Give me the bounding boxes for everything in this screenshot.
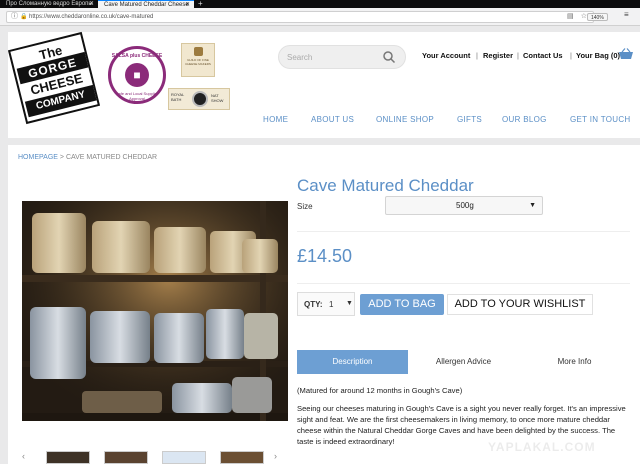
- watermark: YAPLAKAL.COM: [488, 440, 596, 454]
- chevron-right-icon[interactable]: ›: [274, 451, 277, 461]
- link-separator: |: [570, 51, 572, 60]
- close-icon[interactable]: ✕: [89, 0, 94, 8]
- reader-view-icon[interactable]: ▤: [567, 12, 574, 22]
- tab-description[interactable]: Description: [297, 350, 408, 374]
- guild-text: GUILD OF FINE CHEESE MAKERS: [185, 58, 211, 66]
- description-paragraph: (Matured for around 12 months in Gough's…: [297, 386, 463, 395]
- browser-tabbar: Про Сломанную ведро Европы ✕ Cave Matured…: [0, 0, 640, 8]
- search-input[interactable]: [287, 51, 377, 64]
- breadcrumb-current: CAVE MATURED CHEDDAR: [65, 154, 158, 161]
- your-account-link[interactable]: Your Account: [422, 51, 470, 60]
- main-nav: HOME ABOUT US ONLINE SHOP GIFTS OUR BLOG…: [263, 115, 640, 127]
- guild-logo: GUILD OF FINE CHEESE MAKERS: [181, 43, 215, 77]
- page: The Cheddar GORGE CHEESE COMPANY SALSA p…: [0, 27, 640, 464]
- product-tabs: Description Allergen Advice More Info: [297, 350, 630, 374]
- product-thumbnail[interactable]: [220, 451, 264, 464]
- product-thumbnail[interactable]: [162, 451, 206, 464]
- show-right-text: NAT SHOW: [211, 93, 224, 103]
- your-bag-link[interactable]: Your Bag (0): [576, 51, 620, 60]
- link-separator: |: [476, 51, 478, 60]
- search-icon[interactable]: [382, 50, 396, 64]
- browser-tab[interactable]: Про Сломанную ведро Европы ✕: [0, 0, 98, 8]
- zoom-level[interactable]: 140%: [587, 13, 608, 21]
- product-price: £14.50: [297, 246, 353, 266]
- chevron-down-icon: ▼: [529, 202, 536, 209]
- product-thumbnail[interactable]: [104, 451, 148, 464]
- url-bar: ⓘ 🔒 https://www.cheddaronline.co.uk/cave…: [0, 8, 640, 26]
- menu-icon[interactable]: ≡: [624, 10, 629, 19]
- salsa-subtitle: Safe and Local Supplier Approval: [115, 91, 159, 101]
- medal-icon: [192, 91, 208, 107]
- browser-tab-label: Про Сломанную ведро Европы: [6, 1, 93, 7]
- show-left-text: ROYAL BATH: [171, 92, 185, 102]
- quantity-value: 1: [329, 300, 334, 309]
- quantity-label: QTY:: [304, 300, 323, 309]
- site-header: The Cheddar GORGE CHEESE COMPANY SALSA p…: [7, 31, 640, 138]
- contact-us-link[interactable]: Contact Us: [523, 51, 563, 60]
- salsa-logo: SALSA plus CHEESE ■ Safe and Local Suppl…: [108, 46, 166, 104]
- add-to-bag-button[interactable]: ADD TO BAG: [360, 294, 444, 315]
- basket-icon[interactable]: [618, 48, 634, 60]
- register-link[interactable]: Register: [483, 51, 513, 60]
- gorge-company-logo[interactable]: The Cheddar GORGE CHEESE COMPANY: [7, 31, 101, 125]
- lock-icon: 🔒: [20, 14, 28, 20]
- nav-home[interactable]: HOME: [263, 115, 288, 124]
- salsa-title: SALSA plus CHEESE: [111, 53, 163, 59]
- chevron-left-icon[interactable]: ‹: [22, 451, 25, 461]
- product-thumbnail[interactable]: [46, 451, 90, 464]
- bookmark-star-icon[interactable]: ☆: [581, 12, 587, 22]
- nav-our-blog[interactable]: OUR BLOG: [502, 115, 547, 124]
- browser-tab-active[interactable]: Cave Matured Cheddar Cheese ✕: [98, 0, 194, 8]
- show-award-logo: ROYAL BATH NAT SHOW: [168, 88, 230, 110]
- nav-online-shop[interactable]: ONLINE SHOP: [376, 115, 434, 124]
- crest-icon: [194, 47, 203, 56]
- size-label: Size: [297, 202, 313, 211]
- search-box: [278, 45, 406, 69]
- link-separator: |: [517, 51, 519, 60]
- thumbnail-strip: ‹ ›: [22, 451, 302, 464]
- nav-get-in-touch[interactable]: GET IN TOUCH: [570, 115, 631, 124]
- divider: [297, 283, 630, 284]
- size-value: 500g: [456, 201, 474, 210]
- tab-more-info[interactable]: More Info: [519, 350, 630, 374]
- nav-about-us[interactable]: ABOUT US: [311, 115, 354, 124]
- tab-allergen-advice[interactable]: Allergen Advice: [408, 350, 519, 374]
- breadcrumb-separator: >: [59, 154, 64, 161]
- product-content: HOMEPAGE > CAVE MATURED CHEDDAR ‹ › Cave…: [8, 145, 640, 464]
- product-image[interactable]: [22, 201, 288, 421]
- info-icon[interactable]: ⓘ: [11, 12, 18, 22]
- quantity-select[interactable]: QTY: 1 ▼: [297, 292, 355, 316]
- new-tab-icon[interactable]: +: [198, 0, 203, 8]
- add-to-wishlist-button[interactable]: ADD TO YOUR WISHLIST: [447, 294, 593, 315]
- url-field[interactable]: ⓘ 🔒 https://www.cheddaronline.co.uk/cave…: [6, 11, 608, 23]
- nav-gifts[interactable]: GIFTS: [457, 115, 482, 124]
- close-icon[interactable]: ✕: [185, 1, 190, 8]
- breadcrumb: HOMEPAGE > CAVE MATURED CHEDDAR: [18, 154, 157, 161]
- product-title: Cave Matured Cheddar: [297, 176, 474, 195]
- chevron-down-icon: ▼: [346, 300, 353, 307]
- divider: [297, 231, 630, 232]
- breadcrumb-home[interactable]: HOMEPAGE: [18, 154, 58, 161]
- cheese-icon: ■: [125, 63, 149, 87]
- url-text: https://www.cheddaronline.co.uk/cave-mat…: [29, 14, 154, 20]
- size-select[interactable]: 500g ▼: [385, 196, 543, 215]
